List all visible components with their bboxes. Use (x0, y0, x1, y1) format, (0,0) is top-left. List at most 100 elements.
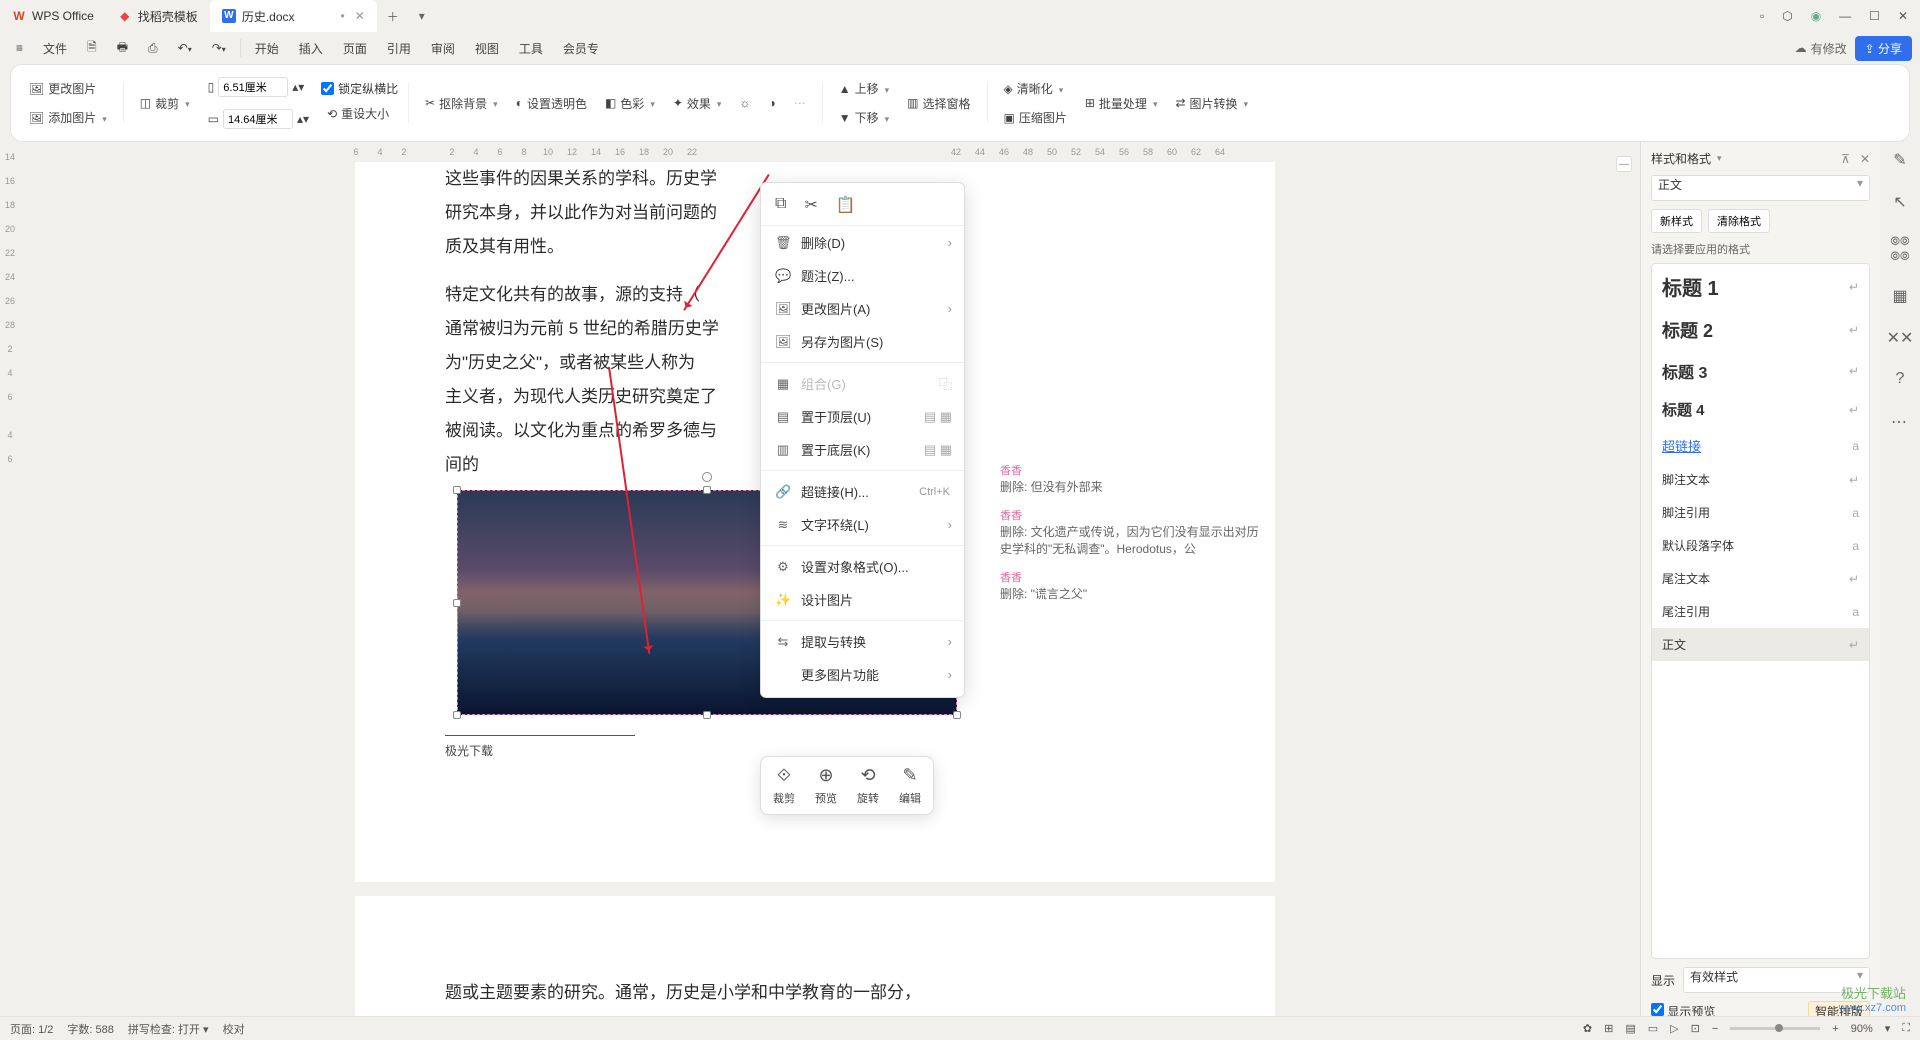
compress-button[interactable]: ▣ 压缩图片 (998, 105, 1073, 130)
resize-handle-bl[interactable] (453, 711, 461, 719)
tracked-change[interactable]: 香香删除: "谎言之父" (1000, 569, 1270, 602)
clear-format-button[interactable]: 清除格式 (1708, 209, 1770, 233)
context-menu-item[interactable]: 🖼更改图片(A) (761, 292, 964, 325)
context-menu-item[interactable]: 💬题注(Z)... (761, 259, 964, 292)
context-menu-item[interactable]: ≋文字环绕(L) (761, 508, 964, 541)
spellcheck-status[interactable]: 拼写检查: 打开 ▾ (128, 1021, 209, 1037)
proofing-status[interactable]: 校对 (223, 1021, 245, 1037)
style-list-item[interactable]: 尾注引用a (1652, 595, 1869, 628)
tab-menu-button[interactable]: ▾ (409, 9, 435, 23)
fullscreen-icon[interactable]: ⛶ (1902, 1022, 1910, 1035)
context-menu-item[interactable]: 更多图片功能 (761, 658, 964, 691)
effects-button[interactable]: ✦效果 (667, 91, 728, 116)
pin-icon[interactable]: ⊼ (1841, 152, 1850, 166)
menu-item[interactable]: 页面 (335, 36, 375, 61)
menu-item[interactable]: 插入 (291, 36, 331, 61)
more-icon[interactable]: ⋯ (1891, 412, 1909, 432)
zoom-slider[interactable] (1730, 1027, 1820, 1030)
menu-item[interactable]: 工具 (511, 36, 551, 61)
paste-icon[interactable]: 📋 (836, 195, 856, 215)
mini-toolbar-item[interactable]: ⟲旋转 (857, 765, 879, 806)
tools-icon[interactable]: ✕✕ (1887, 328, 1914, 348)
resize-handle-t[interactable] (703, 486, 711, 494)
width-input[interactable] (223, 109, 293, 129)
height-input[interactable] (218, 77, 288, 97)
context-menu-item[interactable]: 🔗超链接(H)...Ctrl+K (761, 475, 964, 508)
edit-icon[interactable]: ✎ (1893, 150, 1906, 170)
reset-size-button[interactable]: ⟲ 重设大小 (321, 101, 398, 126)
current-style-select[interactable]: 正文 ▾ (1651, 175, 1870, 201)
window-maximize-icon[interactable]: ☐ (1869, 9, 1880, 23)
context-menu-item[interactable]: ✨设计图片 (761, 583, 964, 616)
grid-icon[interactable]: ⦾⦾⦾⦾ (1890, 234, 1909, 264)
zoom-menu-icon[interactable]: ▾ (1885, 1022, 1891, 1035)
menu-item[interactable]: 视图 (467, 36, 507, 61)
redo-icon[interactable]: ↷▾ (204, 37, 234, 59)
image-convert-button[interactable]: ⇄图片转换 (1169, 91, 1254, 116)
resize-handle-b[interactable] (703, 711, 711, 719)
add-image-button[interactable]: 🖼 添加图片 (23, 105, 113, 130)
crop-button[interactable]: ◫裁剪 (134, 91, 196, 116)
context-menu-item[interactable]: ⇆提取与转换 (761, 625, 964, 658)
word-count[interactable]: 字数: 588 (67, 1021, 113, 1037)
mini-toolbar-item[interactable]: ✎编辑 (899, 765, 921, 806)
new-file-icon[interactable]: 🗎 (79, 34, 105, 63)
style-list-item[interactable]: 标题 4↵ (1652, 391, 1869, 428)
tab-wps-office[interactable]: W WPS Office (0, 0, 106, 32)
style-list-item[interactable]: 脚注文本↵ (1652, 463, 1869, 496)
tab-templates[interactable]: ◆ 找稻壳模板 (106, 0, 210, 32)
view-play-icon[interactable]: ▷ (1670, 1022, 1678, 1035)
style-list-item[interactable]: 脚注引用a (1652, 496, 1869, 529)
context-menu-item[interactable]: ▤置于顶层(U)▤ ▦ (761, 400, 964, 433)
user-avatar-icon[interactable]: ◉ (1811, 9, 1821, 23)
copy-icon[interactable]: ⧉ (775, 195, 786, 215)
close-icon[interactable]: ✕ (1860, 152, 1870, 166)
color-button[interactable]: ◧色彩 (599, 91, 661, 116)
style-list-item[interactable]: 尾注文本↵ (1652, 562, 1869, 595)
zoom-out-icon[interactable]: − (1712, 1023, 1718, 1035)
resize-handle-l[interactable] (453, 599, 461, 607)
style-list-item[interactable]: 标题 2↵ (1652, 309, 1869, 351)
menu-item[interactable]: 会员专 (555, 36, 607, 61)
new-style-button[interactable]: 新样式 (1651, 209, 1702, 233)
share-button[interactable]: ⇪ 分享 (1855, 36, 1912, 61)
print-preview-icon[interactable]: ⎙ (140, 37, 166, 60)
undo-icon[interactable]: ↶▾ (170, 37, 200, 59)
page-indicator[interactable]: 页面: 1/2 (10, 1021, 53, 1037)
cube-icon[interactable]: ⬡ (1782, 9, 1792, 23)
mini-toolbar-item[interactable]: ⟐裁剪 (773, 765, 795, 806)
cut-icon[interactable]: ✂ (804, 195, 817, 215)
view-web-icon[interactable]: ▭ (1648, 1022, 1658, 1035)
close-icon[interactable]: ✕ (355, 9, 365, 23)
change-image-button[interactable]: 🖼 更改图片 (23, 76, 113, 101)
batch-process-button[interactable]: ⊞批量处理 (1079, 91, 1164, 116)
set-transparent-button[interactable]: ◐设置透明色 (510, 91, 593, 116)
rotate-handle[interactable] (702, 472, 712, 482)
help-icon[interactable]: ? (1896, 370, 1905, 388)
status-icon[interactable]: ✿ (1583, 1022, 1592, 1035)
menu-item[interactable]: 引用 (379, 36, 419, 61)
collapse-panel-button[interactable]: — (1616, 156, 1632, 172)
lock-aspect-checkbox[interactable]: 锁定纵横比 (321, 80, 398, 97)
menu-item[interactable]: 开始 (247, 36, 287, 61)
bring-forward-button[interactable]: ▲ 上移 (833, 76, 895, 101)
modified-indicator[interactable]: ☁ 有修改 (1795, 40, 1847, 57)
send-backward-button[interactable]: ▼ 下移 (833, 105, 895, 130)
tracked-change[interactable]: 香香删除: 文化遗产或传说，因为它们没有显示出对历史学科的"无私调查"。Hero… (1000, 507, 1270, 557)
layers-icon[interactable]: ▦ (1892, 286, 1907, 306)
style-list-item[interactable]: 标题 1↵ (1652, 264, 1869, 309)
tab-add-button[interactable]: ＋ (377, 8, 409, 25)
selection-pane-button[interactable]: ▥选择窗格 (901, 91, 976, 116)
remove-bg-button[interactable]: ✂抠除背景 (419, 91, 504, 116)
context-menu-item[interactable]: ▥置于底层(K)▤ ▦ (761, 433, 964, 466)
window-restore-icon[interactable]: ▫ (1760, 9, 1764, 23)
zoom-level[interactable]: 90% (1851, 1023, 1873, 1035)
print-icon[interactable]: 🖶 (109, 34, 136, 63)
zoom-in-icon[interactable]: + (1832, 1023, 1838, 1035)
view-read-icon[interactable]: ⊞ (1604, 1022, 1613, 1035)
style-list-item[interactable]: 默认段落字体a (1652, 529, 1869, 562)
style-list-item[interactable]: 标题 3↵ (1652, 351, 1869, 391)
menu-item[interactable]: 审阅 (423, 36, 463, 61)
tracked-change[interactable]: 香香删除: 但没有外部来 (1000, 462, 1270, 495)
file-menu[interactable]: 文件 (35, 36, 75, 61)
